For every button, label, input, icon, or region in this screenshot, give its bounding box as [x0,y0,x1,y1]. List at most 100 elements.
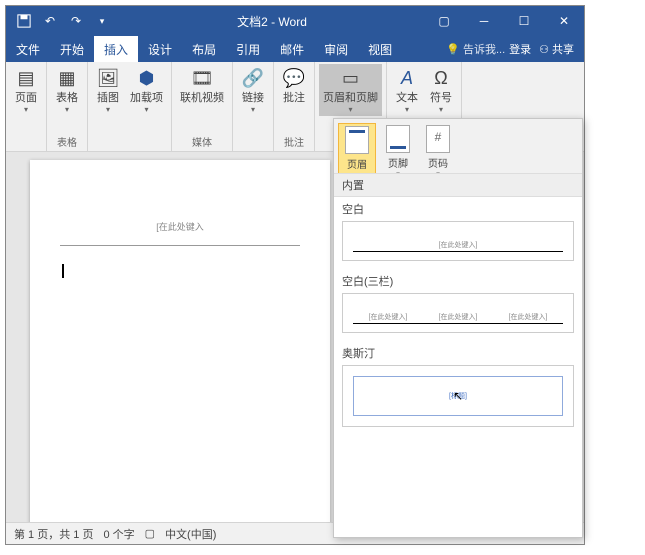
illustrations-button[interactable]: 🖼 插图 ▾ [92,64,124,116]
header-placeholder: [在此处键入 [60,220,300,233]
ribbon-tabs: 文件 开始 插入 设计 布局 引用 邮件 审阅 视图 💡告诉我... 登录 ⚇共… [6,36,584,62]
online-video-button[interactable]: 🎞 联机视频 [176,64,228,106]
gallery-thumb: [标题] ↖ [342,365,574,427]
links-button[interactable]: 🔗 链接 ▾ [237,64,269,116]
tab-file[interactable]: 文件 [6,36,50,62]
chevron-down-icon: ▾ [405,105,409,114]
table-icon: ▦ [58,68,75,89]
share-button[interactable]: ⚇共享 [535,39,578,59]
footer-icon [386,125,410,153]
text-button[interactable]: A 文本 ▾ [391,64,423,116]
comments-label: 批注 [283,92,305,104]
chevron-down-icon: ▾ [106,105,110,114]
chevron-down-icon: ▾ [100,16,105,27]
addins-label: 加载项 [130,92,163,104]
tab-mailings[interactable]: 邮件 [270,36,314,62]
text-label: 文本 [396,92,418,104]
header-gallery-dropdown: 页眉 ▾ 页脚 ▾ 页码 ▾ 内置 空白 [在此处键入] 空白(三栏) [在此处… [333,118,583,538]
omega-icon: Ω [434,68,447,89]
page-icon: ▤ [17,68,34,89]
pagenum-icon [426,125,450,153]
gallery-section-builtin: 内置 [334,173,582,197]
text-cursor [62,264,64,278]
pages-button[interactable]: ▤ 页面 ▾ [10,64,42,116]
share-icon: ⚇ [539,43,549,56]
ribbon-display-options[interactable]: ▢ [424,6,464,36]
redo-icon: ↷ [71,14,81,28]
gallery-pagenum-label: 页码 [428,155,448,170]
video-icon: 🎞 [191,68,214,89]
tab-review[interactable]: 审阅 [314,36,358,62]
undo-button[interactable]: ↶ [38,9,62,33]
symbols-label: 符号 [430,92,452,104]
link-icon: 🔗 [242,68,264,89]
comments-button[interactable]: 💬 批注 [278,64,310,106]
comment-icon: 💬 [283,68,305,89]
thumb-placeholder: [在此处键入] [439,240,478,250]
language-indicator[interactable]: 中文(中国) [165,526,216,542]
tables-button[interactable]: ▦ 表格 ▾ [51,64,83,116]
gallery-item-label: 奥斯汀 [342,345,574,361]
book-icon: ▢ [145,527,155,540]
qat-customize[interactable]: ▾ [90,9,114,33]
media-group-label: 媒体 [176,133,228,151]
lightbulb-icon: 💡 [446,43,460,56]
gallery-item-austin[interactable]: 奥斯汀 [标题] ↖ [334,341,582,435]
gallery-thumb: [在此处键入] [342,221,574,261]
gallery-item-label: 空白 [342,201,574,217]
chevron-down-icon: ▾ [144,105,148,114]
gallery-header-label: 页眉 [347,156,367,171]
header-footer-icon: ▭ [342,68,359,89]
word-count[interactable]: 0 个字 [103,526,134,542]
tables-label: 表格 [56,92,78,104]
gallery-body[interactable]: 空白 [在此处键入] 空白(三栏) [在此处键入] [在此处键入] [在此处键入… [334,197,582,537]
tab-design[interactable]: 设计 [138,36,182,62]
ribbon-opts-icon: ▢ [438,14,449,28]
header-rule [60,245,300,246]
redo-button[interactable]: ↷ [64,9,88,33]
chevron-down-icon: ▾ [348,105,352,114]
minimize-button[interactable]: ─ [464,6,504,36]
tell-me-label: 告诉我... [463,41,505,57]
chevron-down-icon: ▾ [65,105,69,114]
spellcheck-button[interactable]: ▢ [145,527,155,540]
document-page[interactable]: [在此处键入 [30,160,330,522]
chevron-down-icon: ▾ [439,105,443,114]
addin-icon: ⬢ [139,68,155,89]
tab-view[interactable]: 视图 [358,36,402,62]
tab-home[interactable]: 开始 [50,36,94,62]
close-icon: ✕ [559,14,569,28]
gallery-footer-label: 页脚 [388,155,408,170]
addins-button[interactable]: ⬢ 加载项 ▾ [126,64,167,116]
tell-me-search[interactable]: 💡告诉我... [446,41,505,57]
save-button[interactable] [12,9,36,33]
tab-references[interactable]: 引用 [226,36,270,62]
page-indicator[interactable]: 第 1 页，共 1 页 [14,526,93,542]
gallery-thumb: [在此处键入] [在此处键入] [在此处键入] [342,293,574,333]
tab-layout[interactable]: 布局 [182,36,226,62]
maximize-icon: ☐ [519,14,530,28]
thumb-placeholder: [在此处键入] [439,312,478,322]
gallery-item-label: 空白(三栏) [342,273,574,289]
thumb-placeholder: [在此处键入] [509,312,548,322]
symbols-button[interactable]: Ω 符号 ▾ [425,64,457,116]
comments-group-label: 批注 [278,133,310,151]
close-button[interactable]: ✕ [544,6,584,36]
undo-icon: ↶ [45,14,55,28]
gallery-footer-tab[interactable]: 页脚 ▾ [380,123,416,180]
gallery-item-blank3[interactable]: 空白(三栏) [在此处键入] [在此处键入] [在此处键入] [334,269,582,341]
tab-insert[interactable]: 插入 [94,36,138,62]
signin-button[interactable]: 登录 [509,41,531,57]
maximize-button[interactable]: ☐ [504,6,544,36]
gallery-pagenum-tab[interactable]: 页码 ▾ [420,123,456,180]
illustrations-label: 插图 [97,92,119,104]
chevron-down-icon: ▾ [24,105,28,114]
header-footer-label: 页眉和页脚 [323,92,378,104]
header-icon [345,126,369,154]
window-title: 文档2 - Word [120,13,424,30]
picture-icon: 🖼 [97,68,120,89]
thumb-placeholder: [在此处键入] [369,312,408,322]
online-video-label: 联机视频 [180,92,224,104]
header-footer-button[interactable]: ▭ 页眉和页脚 ▾ [319,64,382,116]
gallery-item-blank[interactable]: 空白 [在此处键入] [334,197,582,269]
